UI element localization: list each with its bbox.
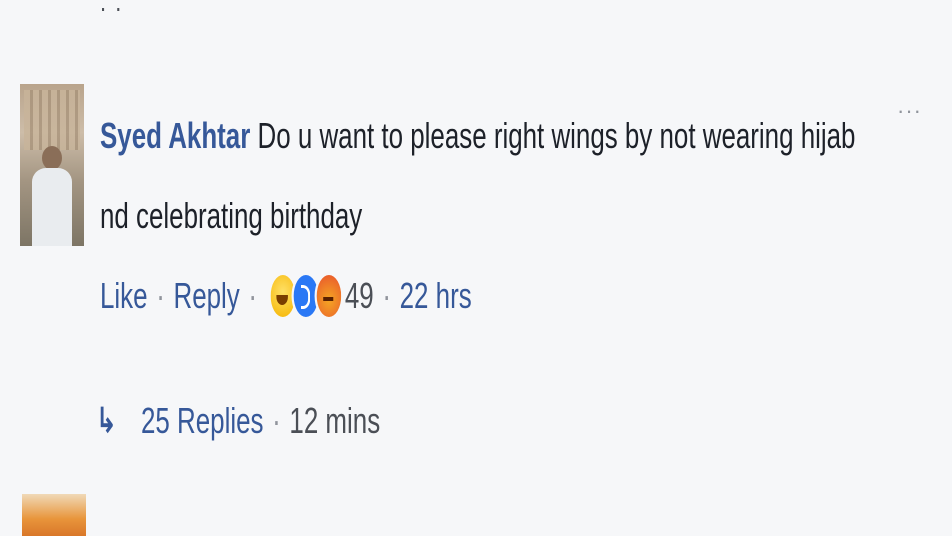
comment-author-link[interactable]: Syed Akhtar bbox=[100, 115, 250, 156]
comment-timestamp[interactable]: 22 hrs bbox=[400, 275, 472, 317]
like-button[interactable]: Like bbox=[100, 275, 148, 317]
separator: · bbox=[382, 275, 391, 316]
replies-timestamp: 12 mins bbox=[289, 400, 381, 441]
reply-button[interactable]: Reply bbox=[173, 275, 239, 317]
reactions-summary[interactable] bbox=[268, 272, 344, 320]
replies-count-label[interactable]: 25 Replies bbox=[141, 400, 263, 442]
more-options-icon[interactable]: ··· bbox=[897, 98, 922, 124]
next-comment-avatar[interactable] bbox=[22, 494, 86, 536]
avatar[interactable] bbox=[20, 84, 84, 246]
separator: · bbox=[156, 275, 165, 316]
angry-icon bbox=[314, 272, 344, 320]
previous-comment-fragment: . . bbox=[100, 0, 123, 17]
reaction-count[interactable]: 49 bbox=[345, 275, 374, 317]
view-replies-link[interactable]: ↳ 25 Replies · 12 mins bbox=[96, 400, 380, 442]
avatar-body bbox=[32, 168, 72, 246]
reply-arrow-icon: ↳ bbox=[96, 402, 117, 440]
avatar-head bbox=[42, 146, 62, 170]
avatar-building bbox=[24, 90, 80, 150]
separator: · bbox=[248, 275, 258, 316]
separator: · bbox=[272, 400, 281, 441]
comment-body: Syed Akhtar Do u want to please right wi… bbox=[100, 96, 855, 256]
comment-actions: Like · Reply · 49 · 22 hrs bbox=[100, 272, 472, 320]
